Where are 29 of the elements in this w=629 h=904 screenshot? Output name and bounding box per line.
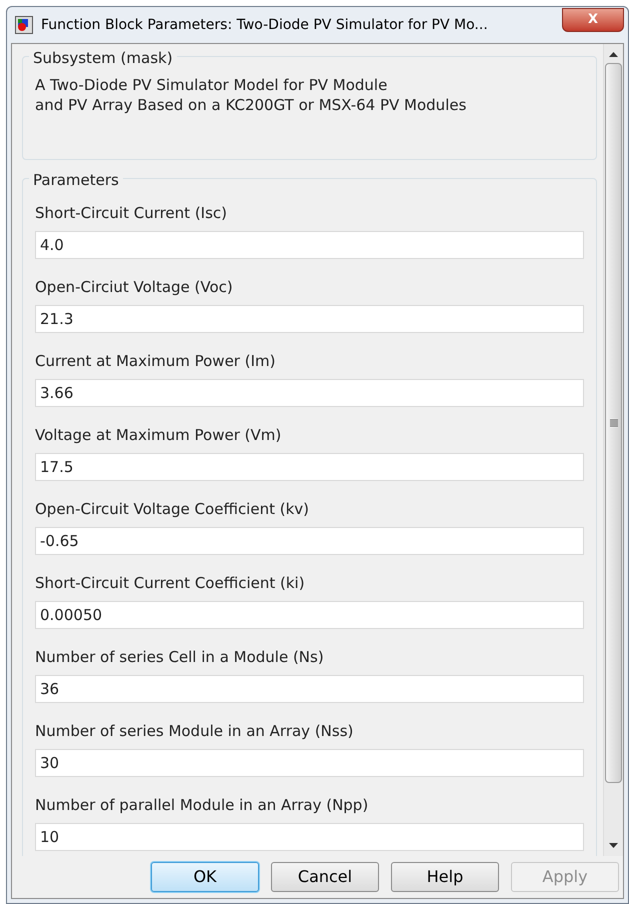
dialog-button[interactable]: Help (391, 862, 499, 892)
field-label: Short-Circuit Current (Isc) (35, 203, 228, 224)
field-label: Voltage at Maximum Power (Vm) (35, 425, 282, 446)
input-field[interactable]: 21.3 (35, 305, 584, 333)
app-icon (15, 16, 33, 34)
input-field[interactable]: 10 (35, 823, 584, 851)
field-label: Number of parallel Module in an Array (Npp) (35, 795, 370, 816)
scroll-down-icon[interactable] (609, 843, 618, 848)
field-label: Number of series Module in an Array (Nss) (35, 721, 354, 742)
field-label: Short-Circuit Current Coefficient (ki) (35, 573, 306, 594)
input-field[interactable]: 0.00050 (35, 601, 584, 629)
field-label: Open-Circuit Voltage Coefficient (kv) (35, 499, 310, 520)
input-field[interactable]: -0.65 (35, 527, 584, 555)
field-label: Current at Maximum Power (Im) (35, 351, 276, 372)
input-field[interactable]: 3.66 (35, 379, 584, 407)
scroll-thumb[interactable] (605, 63, 622, 783)
input-field[interactable]: 4.0 (35, 231, 584, 259)
description-text: A Two-Diode PV Simulator Model for PV Module and PV Array Based on a KC200GT or MSX-64 PV Modules (35, 75, 468, 115)
input-field[interactable]: 17.5 (35, 453, 584, 481)
field-label: Open-Circiut Voltage (Voc) (35, 277, 234, 298)
input-field[interactable]: 36 (35, 675, 584, 703)
scroll-up-icon[interactable] (609, 52, 618, 57)
dialog-button[interactable]: Cancel (271, 862, 379, 892)
scrollbar[interactable] (603, 44, 623, 856)
field-label: Number of series Cell in a Module (Ns) (35, 647, 325, 668)
input-field[interactable]: 30 (35, 749, 584, 777)
dialog-button[interactable]: OK (151, 862, 259, 892)
grip-icon (610, 418, 618, 428)
window-title: Function Block Parameters: Two-Diode PV Simulator for PV Mo... (41, 16, 488, 34)
